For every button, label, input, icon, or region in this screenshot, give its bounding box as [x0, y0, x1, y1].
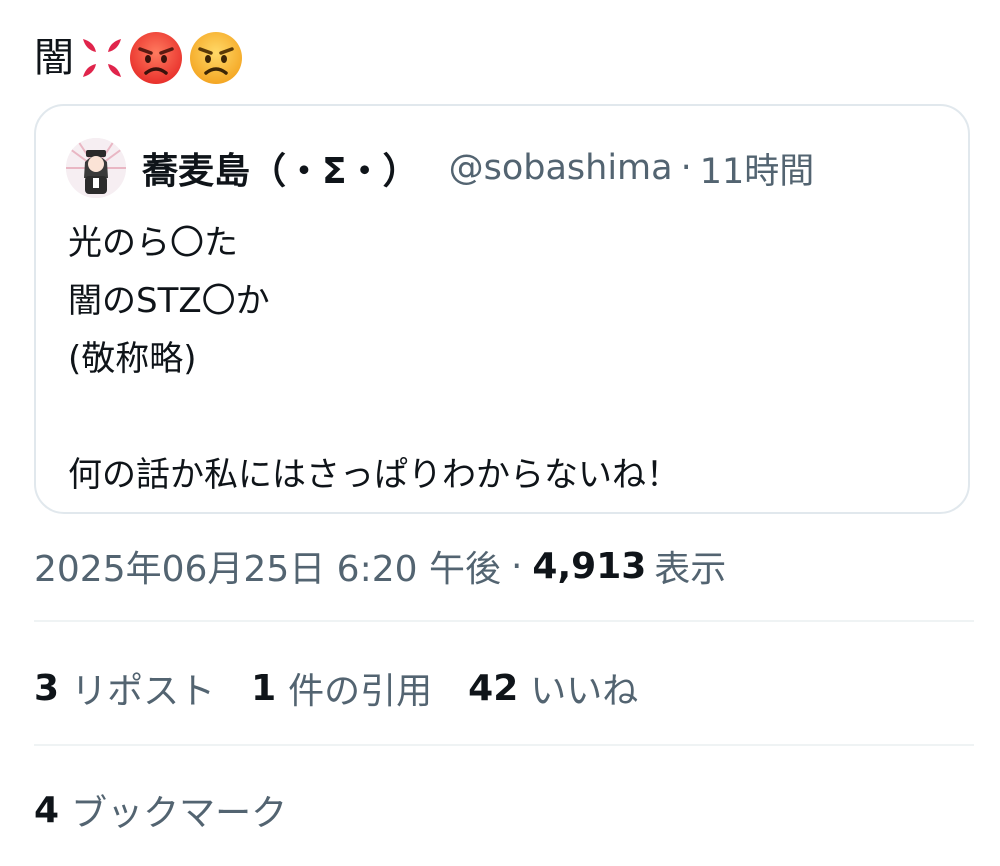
divider	[34, 620, 974, 622]
separator-dot: ·	[510, 545, 523, 587]
anger-symbol-icon	[80, 36, 124, 80]
tweet-meta: 2025年06月25日 6:20 午後 · 4,913 表示	[34, 538, 726, 594]
views-label: 表示	[654, 549, 727, 590]
quoted-tweet-body: 光のら〇た 闇のSTZ〇か (敬称略) 何の話か私にはさっぱりわからないね！	[68, 214, 680, 504]
quoted-line-blank	[68, 388, 680, 446]
reposts-stat[interactable]: 3 リポスト	[34, 662, 215, 714]
likes-stat[interactable]: 42 いいね	[468, 662, 638, 714]
quotes-count: 1	[251, 667, 277, 709]
quoted-line: 光のら〇た	[68, 223, 238, 263]
quoted-timestamp[interactable]: 11時間	[700, 143, 815, 194]
separator-dot: ·	[680, 148, 692, 188]
tweet-text: 闇	[34, 28, 244, 88]
tweet-text-content: 闇	[34, 35, 74, 81]
quoted-author-handle[interactable]: @sobashima	[449, 148, 673, 188]
bookmarks-count: 4	[34, 789, 60, 831]
views-count: 4,913	[532, 545, 647, 587]
quoted-line: 何の話か私にはさっぱりわからないね！	[68, 455, 680, 495]
quotes-label: 件の引用	[288, 671, 433, 712]
likes-count: 42	[468, 667, 519, 709]
quoted-author-name[interactable]: 蕎麦島（・Σ・）	[142, 142, 419, 194]
quoted-line: (敬称略)	[68, 339, 197, 379]
reposts-count: 3	[34, 667, 60, 709]
engagement-stats: 3 リポスト 1 件の引用 42 いいね	[34, 658, 674, 718]
quoted-tweet-header: 蕎麦島（・Σ・） @sobashima · 11時間	[66, 138, 815, 198]
pouting-face-icon	[128, 30, 184, 86]
quoted-line: 闇のSTZ〇か	[68, 281, 270, 321]
bookmarks-label: ブックマーク	[71, 793, 288, 834]
bookmarks-stat[interactable]: 4 ブックマーク	[34, 780, 287, 840]
quotes-stat[interactable]: 1 件の引用	[251, 662, 432, 714]
quoted-tweet-card[interactable]: 蕎麦島（・Σ・） @sobashima · 11時間 光のら〇た 闇のSTZ〇か…	[34, 104, 970, 514]
avatar[interactable]	[66, 138, 126, 198]
likes-label: いいね	[530, 671, 639, 712]
tweet-datetime[interactable]: 2025年06月25日 6:20 午後	[34, 540, 501, 592]
reposts-label: リポスト	[71, 671, 216, 712]
divider	[34, 744, 974, 746]
angry-face-icon	[188, 30, 244, 86]
